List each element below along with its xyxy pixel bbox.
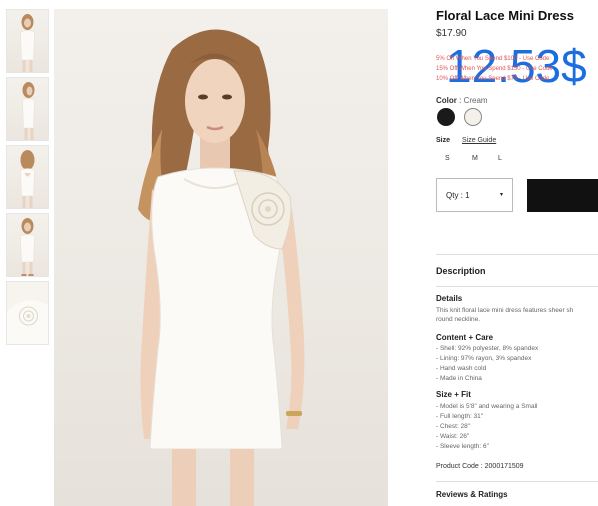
divider <box>436 254 598 255</box>
color-value: Cream <box>463 96 488 105</box>
fit-item: - Sleeve length: 6" <box>436 443 489 450</box>
size-row: Size Size Guide <box>436 137 496 144</box>
quantity-value: Qty : 1 <box>446 191 470 200</box>
promo-line: 5% Off When You Spend $100 - Use Code <box>436 56 550 62</box>
promo-line: 10% Off When You Spend $75 - Use Code <box>436 76 550 82</box>
product-price: $17.90 <box>436 28 467 39</box>
model-photo <box>138 29 305 506</box>
main-product-image <box>54 9 388 506</box>
fit-item: - Waist: 26" <box>436 433 470 440</box>
fit-heading: Size + Fit <box>436 390 471 399</box>
divider <box>436 286 598 287</box>
size-guide-link[interactable]: Size Guide <box>462 137 496 144</box>
size-label: Size <box>436 137 451 144</box>
care-heading: Content + Care <box>436 333 494 342</box>
care-item: - Shell: 92% polyester, 8% spandex <box>436 345 539 352</box>
model-figure-icon <box>19 218 35 276</box>
product-title: Floral Lace Mini Dress <box>436 8 574 23</box>
product-info-panel: Floral Lace Mini Dress $17.90 5% Off Whe… <box>436 0 598 506</box>
thumbnail-5[interactable] <box>6 281 49 345</box>
promo-list: 5% Off When You Spend $100 - Use Code 15… <box>436 54 598 84</box>
care-item: - Made in China <box>436 375 482 382</box>
model-figure-icon <box>21 82 35 140</box>
color-swatch-cream[interactable] <box>464 108 482 126</box>
fit-item: - Model is 5'8" and wearing a Small <box>436 403 538 410</box>
model-figure-icon <box>19 150 35 208</box>
model-figure-icon <box>19 14 35 72</box>
chevron-down-icon: ▾ <box>499 192 503 198</box>
size-option-s[interactable]: S <box>445 155 450 162</box>
care-item: - Lining: 97% rayon, 3% spandex <box>436 355 532 362</box>
thumbnail-list <box>6 9 49 349</box>
add-to-bag-button[interactable] <box>527 179 598 212</box>
details-heading: Details <box>436 294 463 303</box>
thumbnail-2[interactable] <box>6 77 49 141</box>
fit-item: - Full length: 31" <box>436 413 484 420</box>
lace-detail-icon <box>7 282 48 344</box>
size-option-l[interactable]: L <box>498 155 502 162</box>
quantity-select[interactable]: Qty : 1 ▾ <box>436 178 513 212</box>
details-text-line: round neckline. <box>436 316 481 323</box>
color-swatch-black[interactable] <box>437 108 455 126</box>
color-separator: : <box>456 96 464 105</box>
promo-line: 15% Off When You Spend $150 - Use Code <box>436 66 553 72</box>
color-label: Color : Cream <box>436 96 488 105</box>
product-code: Product Code : 2000171509 <box>436 463 524 470</box>
divider <box>436 481 598 482</box>
description-heading[interactable]: Description <box>436 266 486 276</box>
thumbnail-4[interactable] <box>6 213 49 277</box>
fit-item: - Chest: 28" <box>436 423 471 430</box>
reviews-ratings-heading[interactable]: Reviews & Ratings <box>436 490 508 499</box>
thumbnail-1[interactable] <box>6 9 49 73</box>
thumbnail-3[interactable] <box>6 145 49 209</box>
color-label-text: Color <box>436 96 457 105</box>
size-option-m[interactable]: M <box>472 155 478 162</box>
care-item: - Hand wash cold <box>436 365 487 372</box>
